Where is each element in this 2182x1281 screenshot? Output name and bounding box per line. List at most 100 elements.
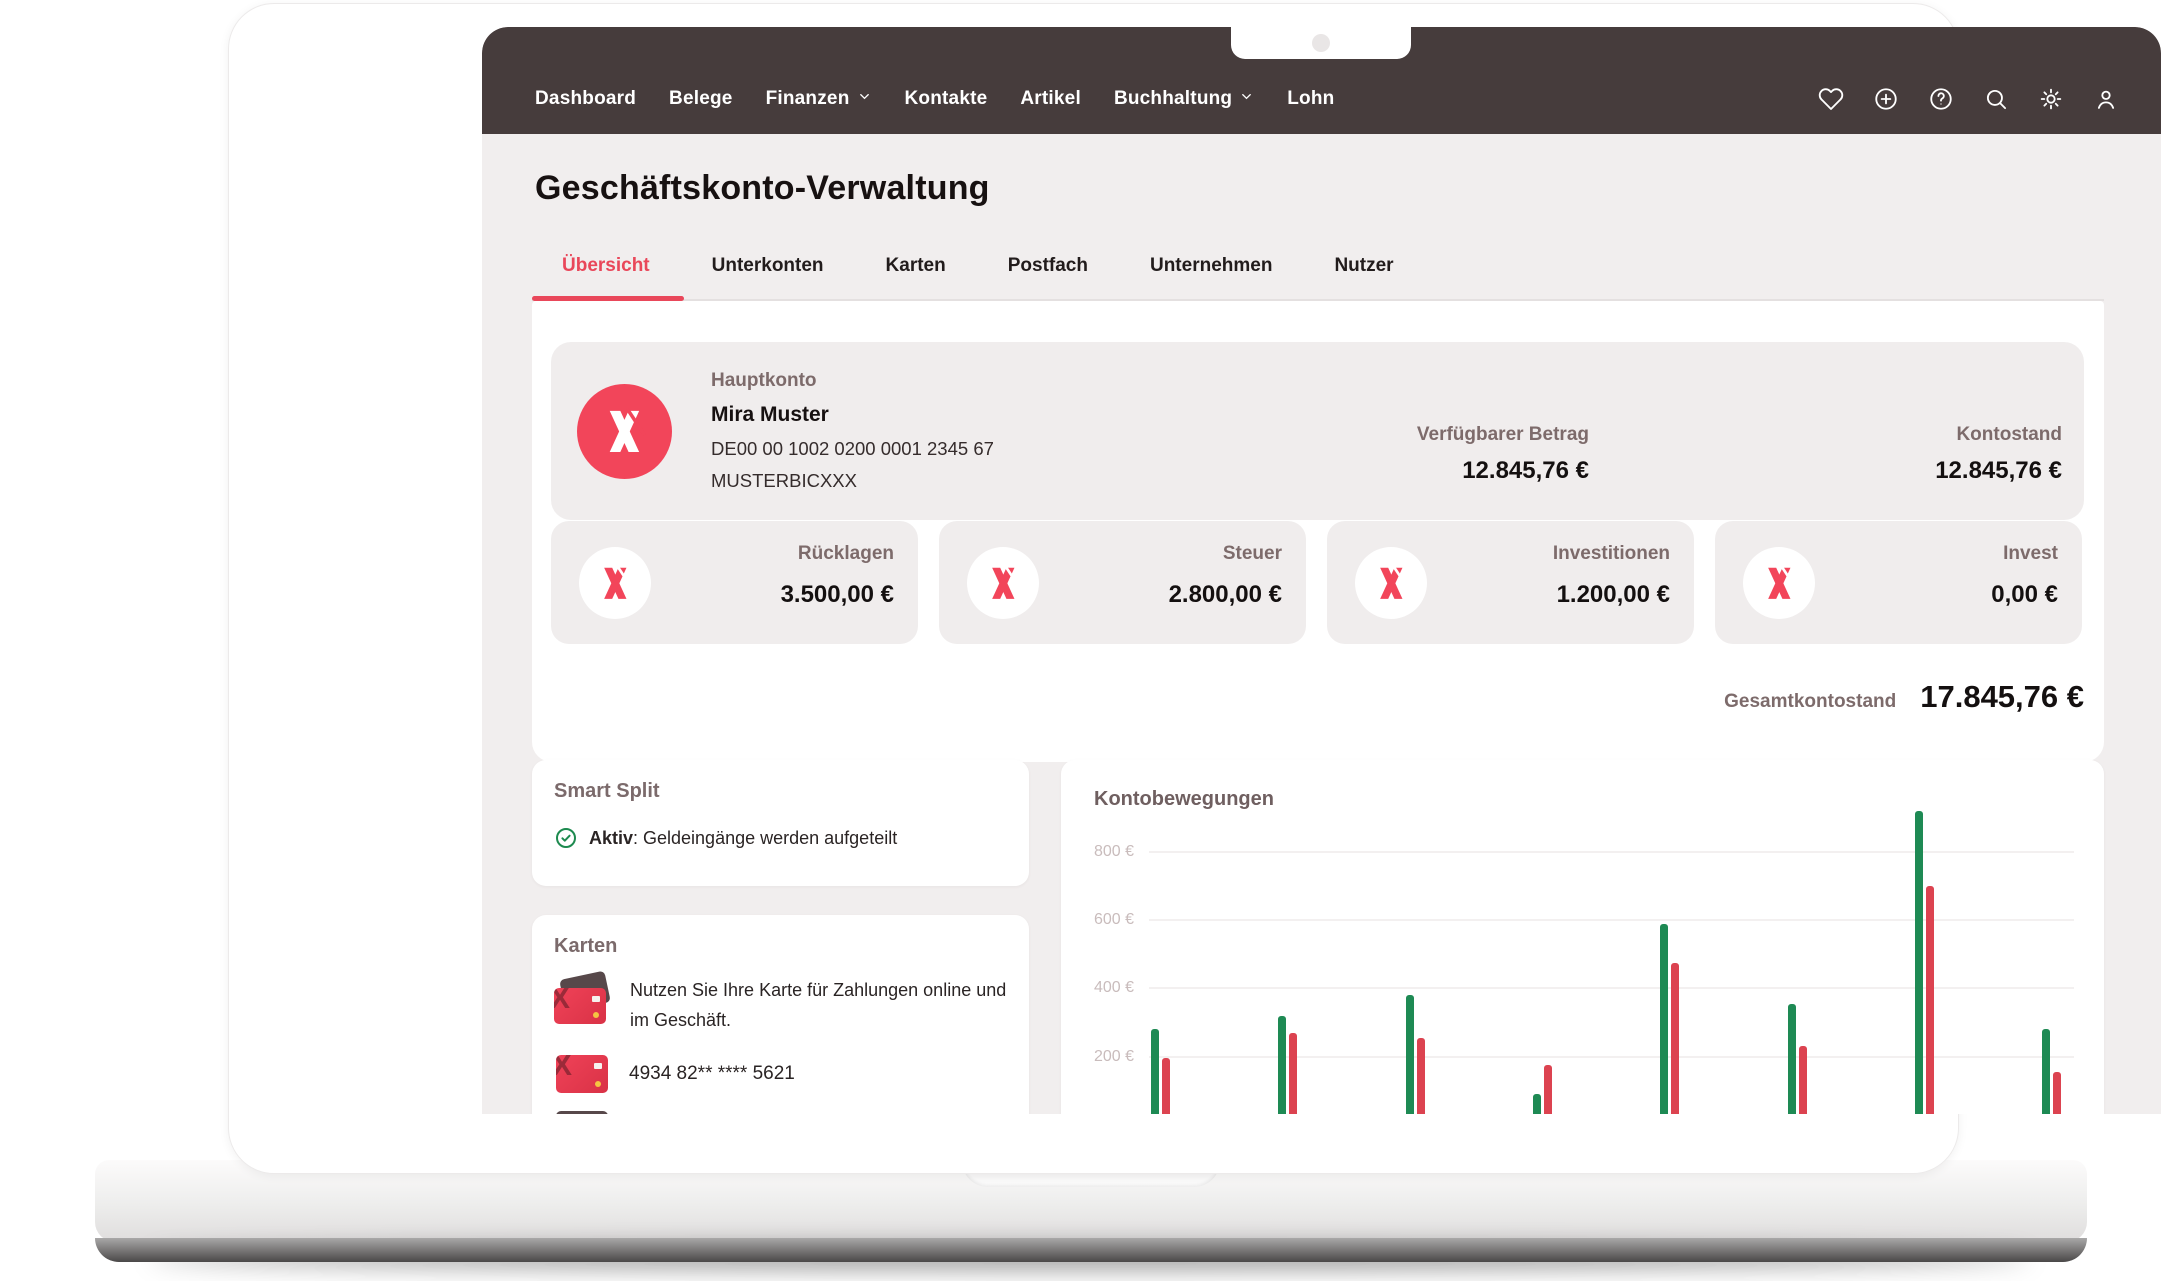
search-icon[interactable] [1983,86,2009,112]
header-icon-row [1818,81,2119,117]
status-rest: : Geldeingänge werden aufgeteilt [633,828,897,848]
status-emphasis: Aktiv [589,828,633,848]
nav-item-buchhaltung[interactable]: Buchhaltung [1114,88,1254,110]
help-icon[interactable] [1928,86,1954,112]
card-description-row: X Nutzen Sie Ihre Karte für Zahlungen on… [554,975,1010,1035]
subaccount-cards: Rücklagen 3.500,00 € Steuer 2.800,00 € I… [551,521,2082,644]
subaccount-card-ruecklagen[interactable]: Rücklagen 3.500,00 € [551,521,918,644]
status-text: Aktiv: Geldeingänge werden aufgeteilt [589,828,897,849]
subaccount-label: Investitionen [1553,543,1670,565]
cards-panel-title: Karten [554,935,617,958]
tab-postfach[interactable]: Postfach [1008,255,1088,277]
chart-bar-red [1289,1033,1297,1114]
main-account-card: Hauptkonto Mira Muster DE00 00 1002 0200… [551,342,2084,520]
chart-gridline [1149,1056,2074,1058]
overview-panel: Hauptkonto Mira Muster DE00 00 1002 0200… [532,301,2104,762]
nav-item-lohn[interactable]: Lohn [1287,88,1334,110]
nav-label: Buchhaltung [1114,88,1232,110]
nav-label: Dashboard [535,88,636,110]
settings-gear-icon[interactable] [2038,86,2064,112]
balance-label: Kontostand [1935,424,2062,446]
laptop-screen: Dashboard Belege Finanzen Kontakte Artik… [228,3,1959,1174]
chart-bar-red [1417,1038,1425,1114]
chart-card: Kontobewegungen 200 €400 €600 €800 € [1061,760,2104,1114]
nav-label: Lohn [1287,88,1334,110]
page-title: Geschäftskonto-Verwaltung [535,169,990,208]
tab-uebersicht[interactable]: Übersicht [562,255,650,277]
add-plus-icon[interactable] [1873,86,1899,112]
chart-ytick-label: 800 € [1061,843,1134,861]
total-balance-value: 17.845,76 € [1920,679,2084,715]
chart-bar-green [1788,1004,1796,1114]
subaccount-card-invest[interactable]: Invest 0,00 € [1715,521,2082,644]
subaccount-value: 1.200,00 € [1557,581,1670,609]
chevron-down-icon [1239,88,1254,110]
subaccount-value: 3.500,00 € [781,581,894,609]
subaccount-label: Steuer [1223,543,1282,565]
chart-plot: 200 € 400 € 600 € 800 € [1061,760,2104,1114]
card-number-row[interactable]: X 4934 82** **** 5621 [556,1055,795,1093]
camera-dot [1312,34,1330,52]
chart-bar-red [1544,1065,1552,1114]
laptop-camera-notch [1231,27,1411,59]
subaccount-card-investitionen[interactable]: Investitionen 1.200,00 € [1327,521,1694,644]
subaccount-label: Invest [2003,543,2058,565]
chart-bar-red [1926,886,1934,1114]
balance-value: 12.845,76 € [1935,457,2062,485]
credit-card-icon-dark [556,1111,608,1114]
chart-gridline [1149,851,2074,853]
nav-item-finanzen[interactable]: Finanzen [766,88,872,110]
bank-x-logo [967,547,1039,619]
nav-label: Belege [669,88,733,110]
chart-bar-green [1533,1094,1541,1114]
chart-bar-red [1671,963,1679,1114]
bank-x-logo [1743,547,1815,619]
chart-bar-green [1915,811,1923,1114]
account-iban: DE00 00 1002 0200 0001 2345 67 [711,438,994,460]
user-account-icon[interactable] [2093,86,2119,112]
chart-bar-red [1799,1046,1807,1114]
nav-label: Artikel [1020,88,1081,110]
favorites-heart-icon[interactable] [1818,86,1844,112]
smart-split-title: Smart Split [554,780,660,803]
chart-bar-green [1660,924,1668,1115]
chart-ytick-label: 400 € [1061,979,1134,997]
bank-x-logo [579,547,651,619]
stacked-cards-icon: X [554,975,612,1027]
account-holder: Mira Muster [711,403,994,427]
subaccount-card-steuer[interactable]: Steuer 2.800,00 € [939,521,1306,644]
smart-split-status: Aktiv: Geldeingänge werden aufgeteilt [554,826,897,850]
chart-gridline [1149,987,2074,989]
laptop-base-rim [95,1238,2087,1262]
nav-item-dashboard[interactable]: Dashboard [535,88,636,110]
chart-gridline [1149,919,2074,921]
nav-item-belege[interactable]: Belege [669,88,733,110]
total-balance-label: Gesamtkontostand [1724,691,1896,713]
subaccount-label: Rücklagen [798,543,894,565]
chart-bar-red [1162,1058,1170,1114]
chart-bar-red [2053,1072,2061,1114]
chart-bar-green [1151,1029,1159,1114]
subaccount-value: 0,00 € [1991,581,2058,609]
tab-unternehmen[interactable]: Unternehmen [1150,255,1272,277]
chart-bar-green [1406,995,1414,1114]
chart-ytick-label: 200 € [1061,1048,1134,1066]
available-amount-label: Verfügbarer Betrag [1417,424,1589,446]
browser-viewport: Dashboard Belege Finanzen Kontakte Artik… [482,27,2161,1114]
chart-ytick-label: 600 € [1061,911,1134,929]
nav-item-kontakte[interactable]: Kontakte [905,88,988,110]
total-balance-row: Gesamtkontostand 17.845,76 € [1724,679,2084,715]
nav-item-artikel[interactable]: Artikel [1020,88,1081,110]
account-bic: MUSTERBICXXX [711,470,994,492]
chart-bar-green [1278,1016,1286,1114]
nav-label: Kontakte [905,88,988,110]
tab-unterkonten[interactable]: Unterkonten [712,255,824,277]
tab-nutzer[interactable]: Nutzer [1334,255,1393,277]
credit-card-icon: X [556,1055,608,1093]
chart-bar-green [2042,1029,2050,1114]
nav-label: Finanzen [766,88,850,110]
smart-split-card: Smart Split Aktiv: Geldeingänge werden a… [532,760,1029,886]
available-amount-value: 12.845,76 € [1417,457,1589,485]
tab-karten[interactable]: Karten [886,255,946,277]
main-navigation: Dashboard Belege Finanzen Kontakte Artik… [535,81,1334,117]
